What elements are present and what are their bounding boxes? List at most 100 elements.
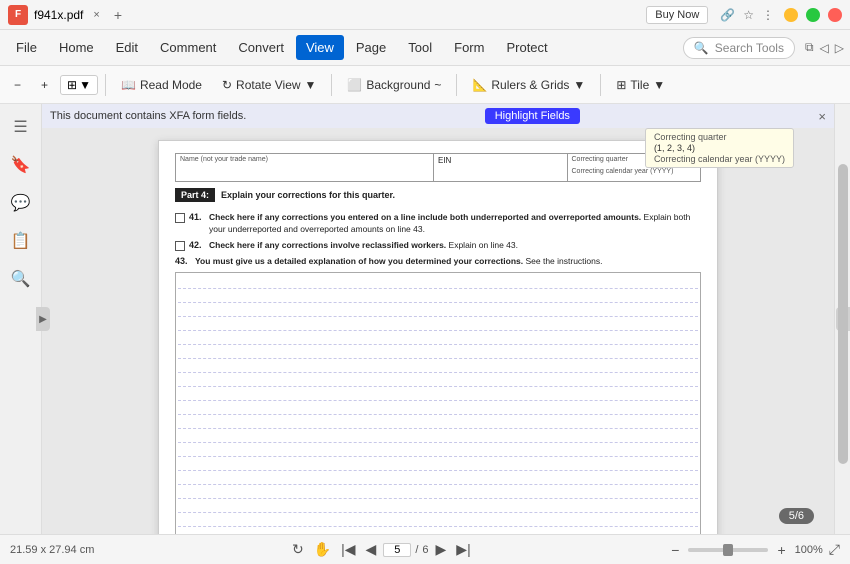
total-pages: 6	[422, 544, 428, 556]
hand-tool-icon[interactable]: ✋	[311, 541, 334, 558]
close-button[interactable]	[828, 8, 842, 22]
menu-tool[interactable]: Tool	[398, 35, 442, 60]
last-page-button[interactable]: ▶|	[453, 541, 473, 558]
read-mode-button[interactable]: 📖 Read Mode	[113, 74, 210, 96]
form-row-42: 42. Check here if any corrections involv…	[175, 240, 701, 252]
find-icon[interactable]: 🔍	[6, 264, 36, 294]
nav-back-icon[interactable]: ◁	[820, 41, 829, 55]
next-page-button[interactable]: ▶	[433, 541, 450, 558]
text-line	[178, 485, 698, 499]
menu-form[interactable]: Form	[444, 35, 494, 60]
left-collapse-arrow[interactable]: ▶	[36, 307, 50, 331]
menu-file[interactable]: File	[6, 35, 47, 60]
open-new-window-icon[interactable]: ⧉	[805, 40, 814, 55]
page-total: 6	[798, 510, 804, 522]
more-icon[interactable]: ⋮	[762, 8, 774, 22]
pages-icon[interactable]: 📋	[6, 226, 36, 256]
text-line	[178, 401, 698, 415]
menu-edit[interactable]: Edit	[106, 35, 148, 60]
text-line	[178, 289, 698, 303]
form-row-43: 43. You must give us a detailed explanat…	[175, 256, 701, 268]
tooltip-value: (1, 2, 3, 4)	[654, 143, 785, 153]
rotate-dropdown-arrow: ▼	[305, 78, 317, 92]
share-icon[interactable]: 🔗	[720, 8, 735, 22]
menu-convert[interactable]: Convert	[228, 35, 294, 60]
text-line	[178, 513, 698, 527]
fit-page-button[interactable]: ⤢	[829, 541, 840, 558]
background-button[interactable]: ⬜ Background ~	[339, 74, 449, 96]
part4-label: Part 4:	[175, 188, 215, 202]
first-page-button[interactable]: |◀	[338, 541, 358, 558]
zoom-in-button[interactable]: +	[33, 74, 56, 96]
maximize-button[interactable]	[806, 8, 820, 22]
prev-page-button[interactable]: ◀	[363, 541, 380, 558]
text-line	[178, 387, 698, 401]
read-mode-label: Read Mode	[140, 78, 202, 92]
form-ein-field[interactable]: EIN	[434, 154, 568, 181]
comment-icon[interactable]: 💬	[6, 188, 36, 218]
row-num-42: 42.	[189, 240, 205, 250]
rotate-view-button[interactable]: ↻ Rotate View ▼	[214, 74, 324, 96]
text-line	[178, 429, 698, 443]
scrollbar-thumb[interactable]	[838, 164, 848, 464]
menu-home[interactable]: Home	[49, 35, 104, 60]
row-text-42: Check here if any corrections involve re…	[209, 240, 518, 252]
title-bar-right: Buy Now 🔗 ☆ ⋮	[646, 6, 842, 24]
row-num-43: 43.	[175, 256, 191, 266]
checkbox-42[interactable]	[175, 241, 185, 251]
form-ein-label: EIN	[438, 156, 451, 165]
status-bar: 21.59 x 27.94 cm ↻ ✋ |◀ ◀ / 6 ▶ ▶| − + 1…	[0, 534, 850, 564]
search-tools[interactable]: 🔍 Search Tools	[683, 37, 795, 59]
status-bar-right: − + 100% ⤢	[668, 541, 840, 558]
bookmark-icon[interactable]: 🔖	[6, 150, 36, 180]
separator	[105, 74, 106, 96]
zoom-thumb[interactable]	[723, 544, 733, 556]
tile-icon: ⊞	[616, 78, 626, 92]
zoom-in-status-button[interactable]: +	[774, 542, 788, 558]
zoom-selector[interactable]: ⊞ ▼	[60, 75, 98, 95]
tile-button[interactable]: ⊞ Tile ▼	[608, 74, 673, 96]
form-year-label: Correcting calendar year (YYYY)	[572, 168, 697, 175]
rotate-tool-icon[interactable]: ↻	[289, 541, 307, 558]
tooltip-sub: Correcting calendar year (YYYY)	[654, 154, 785, 164]
xfa-close-button[interactable]: ×	[818, 109, 826, 124]
rulers-grids-label: Rulers & Grids	[491, 78, 569, 92]
zoom-out-button[interactable]: −	[6, 74, 29, 96]
checkbox-41[interactable]	[175, 213, 185, 223]
nav-panel-icon[interactable]: ☰	[6, 112, 36, 142]
menu-comment[interactable]: Comment	[150, 35, 226, 60]
buy-now-button[interactable]: Buy Now	[646, 6, 708, 24]
pdf-page: Name (not your trade name) EIN Correctin…	[158, 140, 718, 534]
document-dimensions: 21.59 x 27.94 cm	[10, 544, 94, 556]
app-icon: F	[8, 5, 28, 25]
zoom-slider[interactable]	[688, 548, 768, 552]
zoom-icon: ⊞	[67, 78, 77, 92]
minimize-button[interactable]	[784, 8, 798, 22]
search-icon: 🔍	[694, 41, 709, 55]
text-line	[178, 275, 698, 289]
background-icon: ⬜	[347, 78, 362, 92]
page-input[interactable]	[383, 543, 411, 557]
highlight-fields-button[interactable]: Highlight Fields	[485, 108, 580, 124]
tab-add-button[interactable]: +	[110, 5, 126, 25]
rotate-view-label: Rotate View	[236, 78, 300, 92]
menu-page[interactable]: Page	[346, 35, 396, 60]
zoom-value: 100%	[795, 544, 823, 556]
text-area-box[interactable]	[175, 272, 701, 534]
form-name-field[interactable]: Name (not your trade name)	[176, 154, 434, 181]
separator-4	[600, 74, 601, 96]
content-area: This document contains XFA form fields. …	[42, 104, 834, 534]
separator-2	[331, 74, 332, 96]
nav-forward-icon[interactable]: ▷	[835, 41, 844, 55]
title-bar-left: F f941x.pdf × +	[8, 5, 126, 25]
plus-icon: +	[41, 78, 48, 92]
menu-view[interactable]: View	[296, 35, 344, 60]
menu-protect[interactable]: Protect	[496, 35, 557, 60]
minus-icon: −	[14, 78, 21, 92]
text-line	[178, 373, 698, 387]
star-icon[interactable]: ☆	[743, 8, 754, 22]
xfa-message: This document contains XFA form fields.	[50, 110, 246, 122]
tab-close-button[interactable]: ×	[89, 7, 103, 23]
rulers-grids-button[interactable]: 📐 Rulers & Grids ▼	[464, 74, 593, 96]
zoom-out-status-button[interactable]: −	[668, 542, 682, 558]
